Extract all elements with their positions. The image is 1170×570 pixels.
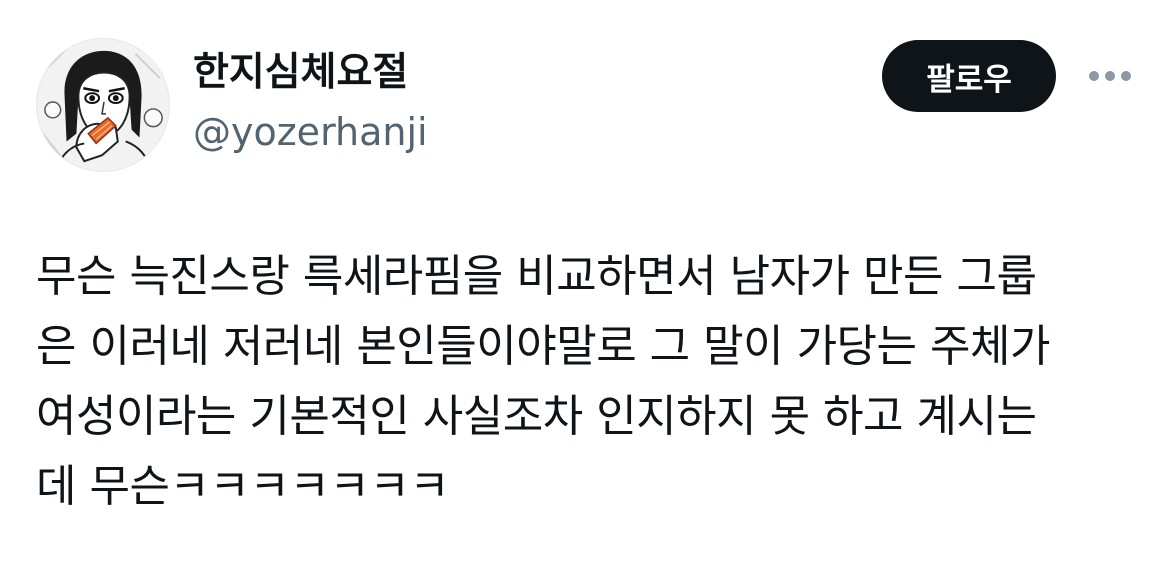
more-horizontal-icon xyxy=(1089,71,1131,81)
tweet-text-line: 데 무슨ㅋㅋㅋㅋㅋㅋㅋ xyxy=(36,461,450,512)
author-handle[interactable]: @yozerhanji xyxy=(193,108,428,156)
tweet-text-line: 은 이러네 저러네 본인들이야말로 그 말이 가당는 주체가 xyxy=(36,321,1050,372)
follow-button[interactable]: 팔로우 xyxy=(882,40,1056,112)
avatar[interactable] xyxy=(36,38,170,172)
tweet-text-line: 무슨 늑진스랑 륵세라핌을 비교하면서 남자가 만든 그룹 xyxy=(36,251,1037,302)
tweet-card: 한지심체요절 @yozerhanji 팔로우 무슨 늑진스랑 륵세라핌을 비교하… xyxy=(0,0,1170,570)
more-options-button[interactable] xyxy=(1082,60,1138,92)
tweet-text: 무슨 늑진스랑 륵세라핌을 비교하면서 남자가 만든 그룹 은 이러네 저러네 … xyxy=(36,242,1146,522)
illustrated-portrait-icon xyxy=(37,39,169,171)
tweet-text-line: 여성이라는 기본적인 사실조차 인지하지 못 하고 계시는 xyxy=(36,391,1037,442)
author-display-name[interactable]: 한지심체요절 xyxy=(193,48,408,98)
